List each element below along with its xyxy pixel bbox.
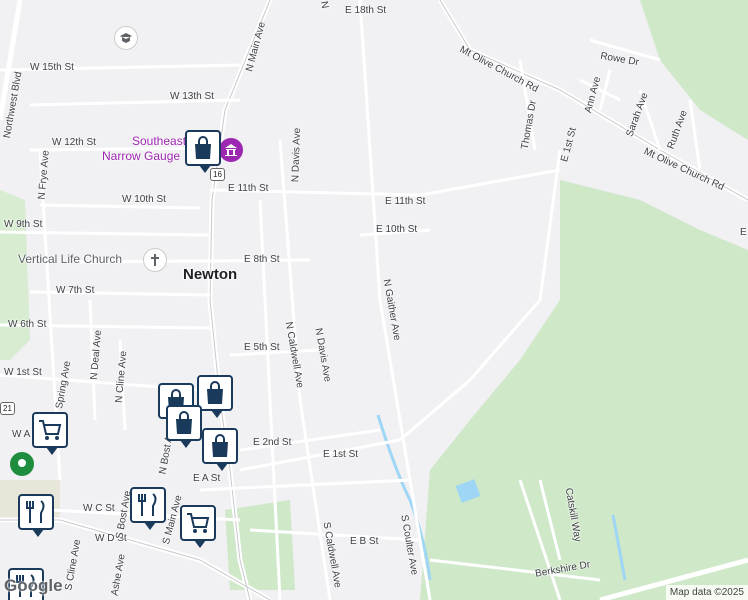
shopping-cart-icon [39,420,62,440]
shopping-cart-icon [187,513,210,533]
route-shield: 16 [210,168,225,181]
restaurant-pin[interactable] [18,494,54,537]
restaurant-pin[interactable] [130,487,166,530]
shopping-bag-pin[interactable] [197,375,233,418]
street-label: E [740,227,747,238]
museum-label: Southeast [132,134,187,148]
route-shield: 21 [0,402,15,415]
museum-label: Narrow Gauge [102,149,181,163]
shopping-bag-icon [207,381,223,404]
street-label: W 13th St [170,91,214,102]
park-area [420,180,748,600]
street-label: E 1st St [323,449,359,460]
shopping-bag-pin[interactable] [185,130,221,173]
street-label: E 10th St [376,224,418,235]
restaurant-icon [138,493,157,516]
map-attribution[interactable]: Map data ©2025 [665,585,748,600]
park-area [0,190,30,360]
google-logo: Google [4,576,63,595]
map-canvas[interactable]: E 18th St W 15th St W 13th St W 12th St … [0,0,748,600]
street-label: W 15th St [30,62,74,73]
place-label: Newton [183,266,238,283]
shopping-bag-pin[interactable] [202,428,238,471]
shopping-cart-pin[interactable] [32,412,68,455]
street-label: E B St [350,536,379,547]
shopping-bag-icon [195,136,211,159]
shopping-cart-pin[interactable] [180,505,216,548]
museum-icon[interactable] [219,138,243,162]
park-icon[interactable] [10,452,34,476]
street-label: W 10th St [122,194,166,205]
restaurant-icon [26,500,45,523]
shopping-bag-icon [176,411,192,434]
street-label: E 18th St [345,5,387,16]
street-label: N Davis Ave [290,127,304,183]
street-label: E 11th St [228,183,269,194]
street-label: W 7th St [56,285,95,296]
street-label: W 6th St [8,319,47,330]
church-icon[interactable] [143,248,167,272]
street-label: E 8th St [244,254,280,265]
church-label: Vertical Life Church [18,252,123,266]
street-label: E 2nd St [253,437,292,448]
shopping-bag-icon [212,434,228,457]
street-label: W A [12,429,31,440]
street-label: W C St [83,503,115,514]
school-icon[interactable] [114,26,138,50]
street-label: E 11th St [385,196,426,207]
street-label: E A St [193,473,221,484]
street-label: W 9th St [4,219,43,230]
shopping-bag-pin[interactable] [166,405,202,448]
street-label: W 1st St [4,367,42,378]
street-label: W 12th St [52,137,96,148]
street-label: E 5th St [244,342,280,353]
